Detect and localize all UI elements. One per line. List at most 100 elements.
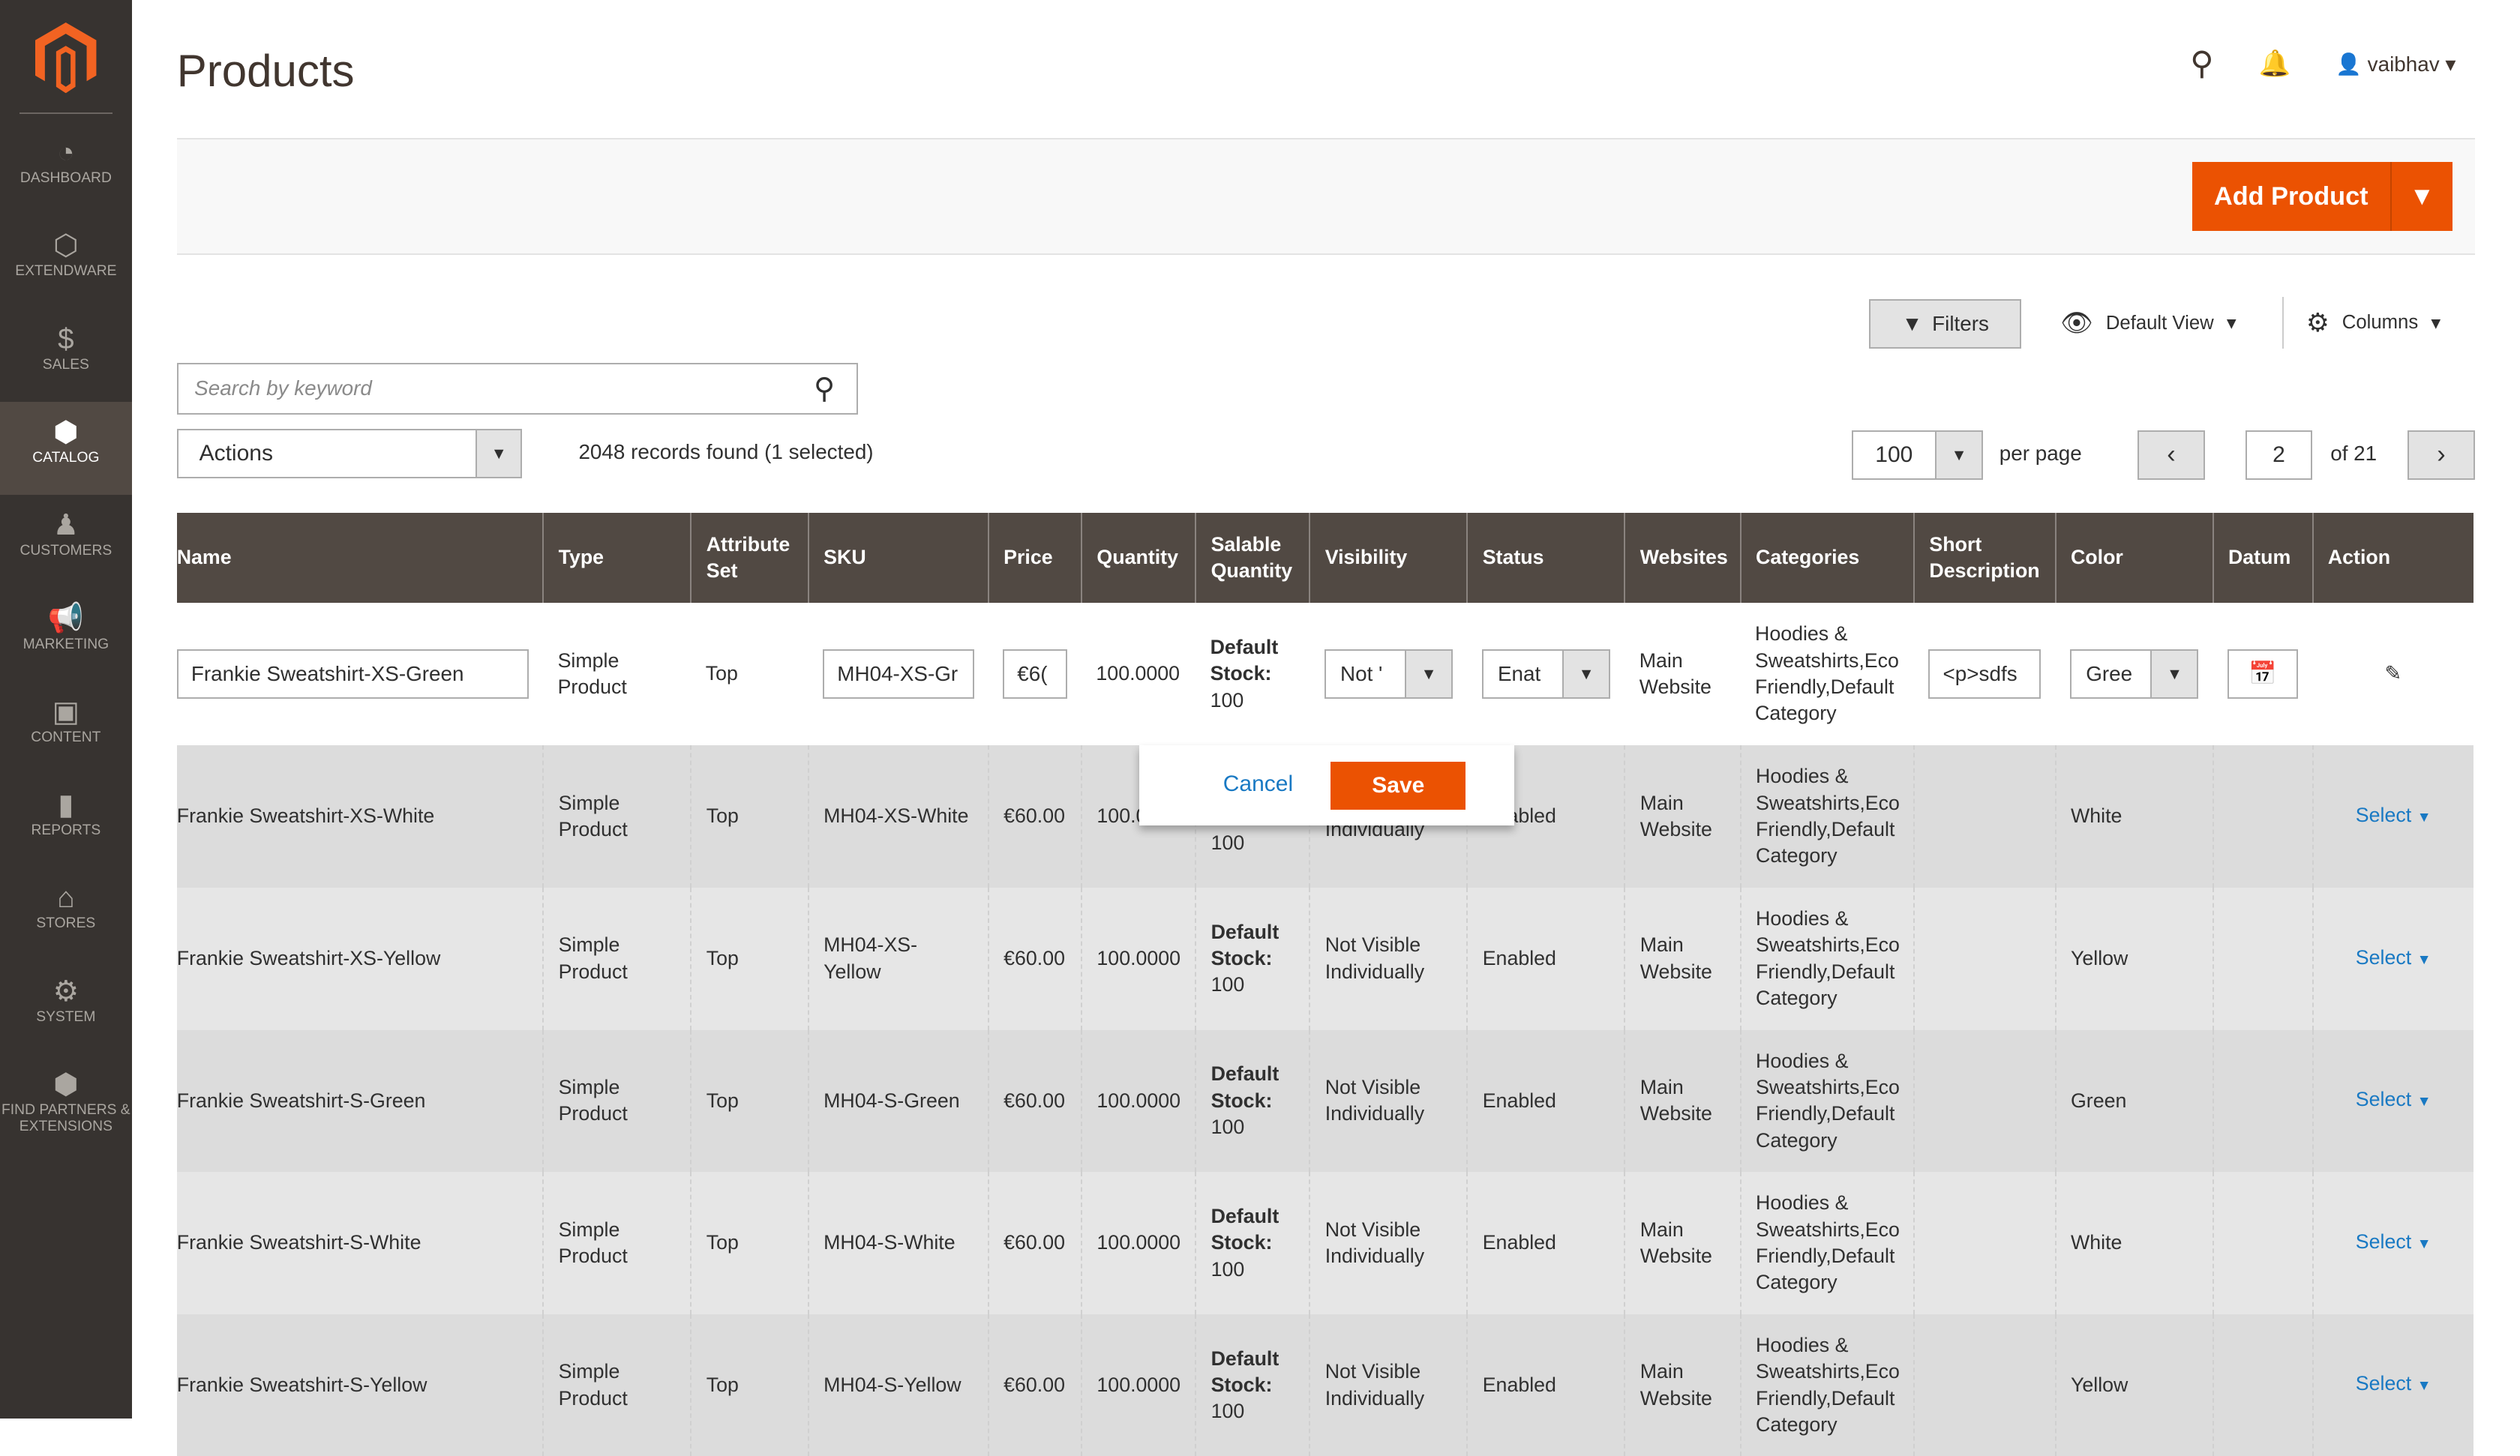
categories-cell: Hoodies & Sweatshirts,Eco Friendly,Defau… — [1739, 887, 1915, 1030]
search-icon[interactable]: ⚲ — [792, 372, 856, 406]
next-page-button[interactable]: › — [2408, 430, 2475, 481]
sidebar-item-extendware[interactable]: ⬡ EXTENDWARE — [0, 215, 132, 308]
column-header[interactable]: Categories — [1739, 512, 1915, 603]
select-label: Select — [2355, 945, 2412, 969]
qty-cell: 100.0000 — [1081, 1172, 1196, 1314]
status-select[interactable]: Enat ▼ — [1481, 649, 1611, 699]
username: vaibhav — [2367, 52, 2440, 76]
magento-logo-icon[interactable] — [35, 22, 97, 94]
chevron-down-icon[interactable]: ▼ — [1935, 432, 1982, 479]
table-row[interactable]: Frankie Sweatshirt-S-White Simple Product… — [176, 1172, 2474, 1314]
column-header[interactable]: Salable Quantity — [1195, 512, 1310, 603]
chevron-down-icon[interactable]: ▼ — [1562, 650, 1610, 697]
column-header[interactable]: Type — [542, 512, 692, 603]
sidebar-item-dashboard[interactable]: ◔ DASHBOARD — [0, 122, 132, 215]
sidebar-item-catalog[interactable]: ⬢ CATALOG — [0, 401, 132, 495]
chevron-down-icon[interactable]: ▼ — [1405, 650, 1452, 697]
column-header[interactable]: Name — [176, 512, 544, 603]
sidebar-item-system[interactable]: ⚙ SYSTEM — [0, 960, 132, 1053]
page-input[interactable]: 2 — [2245, 430, 2313, 481]
column-header[interactable]: Datum — [2212, 512, 2313, 603]
sidebar-item-label: CONTENT — [31, 729, 101, 745]
partners-icon: ⬢ — [53, 1068, 79, 1101]
color-cell: White — [2054, 745, 2213, 888]
categories-cell: Hoodies & Sweatshirts,Eco Friendly,Defau… — [1739, 745, 1915, 888]
calendar-icon[interactable]: 📅 — [2227, 649, 2298, 699]
short-description-input[interactable]: <p>sdfs — [1928, 649, 2042, 699]
user-menu[interactable]: 👤 vaibhav ▾ — [2336, 52, 2456, 76]
datum-cell — [2212, 887, 2313, 1030]
table-row[interactable]: Frankie Sweatshirt-S-Green Simple Product… — [176, 1029, 2474, 1173]
salable-label: Default Stock: — [1210, 1347, 1280, 1396]
search-input[interactable]: Search by keyword ⚲ — [176, 363, 859, 415]
select-action-link[interactable]: Select ▼ — [2356, 804, 2432, 826]
sd-cell — [1913, 1172, 2056, 1314]
salable-value: 100 — [1210, 1400, 1245, 1423]
chevron-down-icon: ▼ — [2416, 809, 2432, 825]
column-header[interactable]: Short Description — [1913, 512, 2056, 603]
qty-cell: 100.0000 — [1081, 887, 1196, 1030]
select-label: Select — [2355, 1088, 2412, 1111]
pencil-icon[interactable]: ✎ — [2312, 602, 2474, 746]
add-product-button[interactable]: Add Product ▼ — [2192, 162, 2453, 232]
prev-page-button[interactable]: ‹ — [2138, 430, 2205, 481]
sidebar-item-marketing[interactable]: 📢 MARKETING — [0, 588, 132, 681]
chevron-down-icon[interactable]: ▼ — [476, 430, 521, 478]
search-icon[interactable]: ⚲ — [2190, 45, 2213, 82]
select-action-link[interactable]: Select ▼ — [2356, 1230, 2432, 1253]
default-view-dropdown[interactable]: 👁 Default View ▾ — [2060, 308, 2236, 338]
name-input[interactable]: Frankie Sweatshirt-XS-Green — [176, 649, 530, 699]
column-header[interactable]: Quantity — [1081, 512, 1196, 603]
color-cell: Green — [2054, 1029, 2213, 1173]
sku-input[interactable]: MH04-XS-Gr — [823, 649, 974, 699]
layout-icon: ▣ — [52, 695, 80, 728]
visibility-select[interactable]: Not ' ▼ — [1324, 649, 1454, 699]
sidebar-item-label: CUSTOMERS — [20, 543, 112, 559]
cancel-button[interactable]: Cancel — [1223, 771, 1293, 797]
save-button[interactable]: Save — [1330, 761, 1466, 810]
action-cell: Select ▼ — [2312, 1172, 2474, 1314]
records-count: 2048 records found (1 selected) — [578, 440, 874, 464]
column-header[interactable]: SKU — [807, 512, 988, 603]
search-placeholder[interactable]: Search by keyword — [178, 376, 793, 400]
column-header[interactable]: Attribute Set — [690, 512, 808, 603]
chevron-down-icon[interactable]: ▼ — [2150, 650, 2198, 697]
sidebar-item-content[interactable]: ▣ CONTENT — [0, 682, 132, 774]
sidebar-item-sales[interactable]: $ SALES — [0, 308, 132, 401]
column-header[interactable]: Visibility — [1309, 512, 1468, 603]
select-action-link[interactable]: Select ▼ — [2356, 946, 2432, 969]
table-row[interactable]: Frankie Sweatshirt-S-Yellow Simple Produc… — [176, 1314, 2474, 1456]
per-page-select[interactable]: 100 ▼ — [1851, 430, 1984, 481]
sidebar-item-label: REPORTS — [31, 822, 101, 839]
column-header[interactable]: Price — [987, 512, 1082, 603]
bell-icon[interactable]: 🔔 — [2259, 49, 2291, 79]
add-product-dropdown-icon[interactable]: ▼ — [2390, 162, 2452, 232]
add-product-label[interactable]: Add Product — [2192, 162, 2390, 231]
sku-cell: MH04-XS-White — [807, 745, 988, 888]
columns-dropdown[interactable]: ⚙ Columns ▾ — [2282, 297, 2440, 349]
sku-cell: MH04-S-White — [807, 1172, 988, 1314]
price-input[interactable]: €6( — [1003, 649, 1067, 699]
sidebar-item-label: SALES — [42, 356, 89, 373]
actions-dropdown[interactable]: Actions ▼ — [176, 429, 523, 479]
column-header[interactable]: Color — [2054, 512, 2213, 603]
sidebar-item-reports[interactable]: ▮ REPORTS — [0, 774, 132, 867]
sidebar-item-stores[interactable]: ⌂ STORES — [0, 867, 132, 960]
select-action-link[interactable]: Select ▼ — [2356, 1088, 2432, 1110]
column-header[interactable]: Action — [2312, 512, 2474, 603]
status-cell: Enabled — [1466, 1314, 1625, 1456]
column-header[interactable]: Websites — [1624, 512, 1741, 603]
status-cell: Enabled — [1466, 887, 1625, 1030]
sku-cell: MH04-XS-Yellow — [807, 887, 988, 1030]
color-select[interactable]: Gree ▼ — [2069, 649, 2199, 699]
column-header[interactable]: Status — [1466, 512, 1625, 603]
table-row[interactable]: Frankie Sweatshirt-XS-Yellow Simple Produ… — [176, 887, 2474, 1030]
salable-label: Default Stock: — [1210, 635, 1279, 685]
sidebar-item-find[interactable]: ⬢ FIND PARTNERS & EXTENSIONS — [0, 1054, 132, 1147]
sidebar-item-customers[interactable]: ♟ CUSTOMERS — [0, 495, 132, 588]
inline-edit-row: Frankie Sweatshirt-XS-Green Simple Produ… — [176, 602, 2474, 746]
action-cell: Select ▼ — [2312, 887, 2474, 1030]
filters-button[interactable]: ▼ Filters — [1869, 298, 2022, 349]
eye-icon: 👁 — [2060, 309, 2093, 338]
select-action-link[interactable]: Select ▼ — [2356, 1372, 2432, 1395]
